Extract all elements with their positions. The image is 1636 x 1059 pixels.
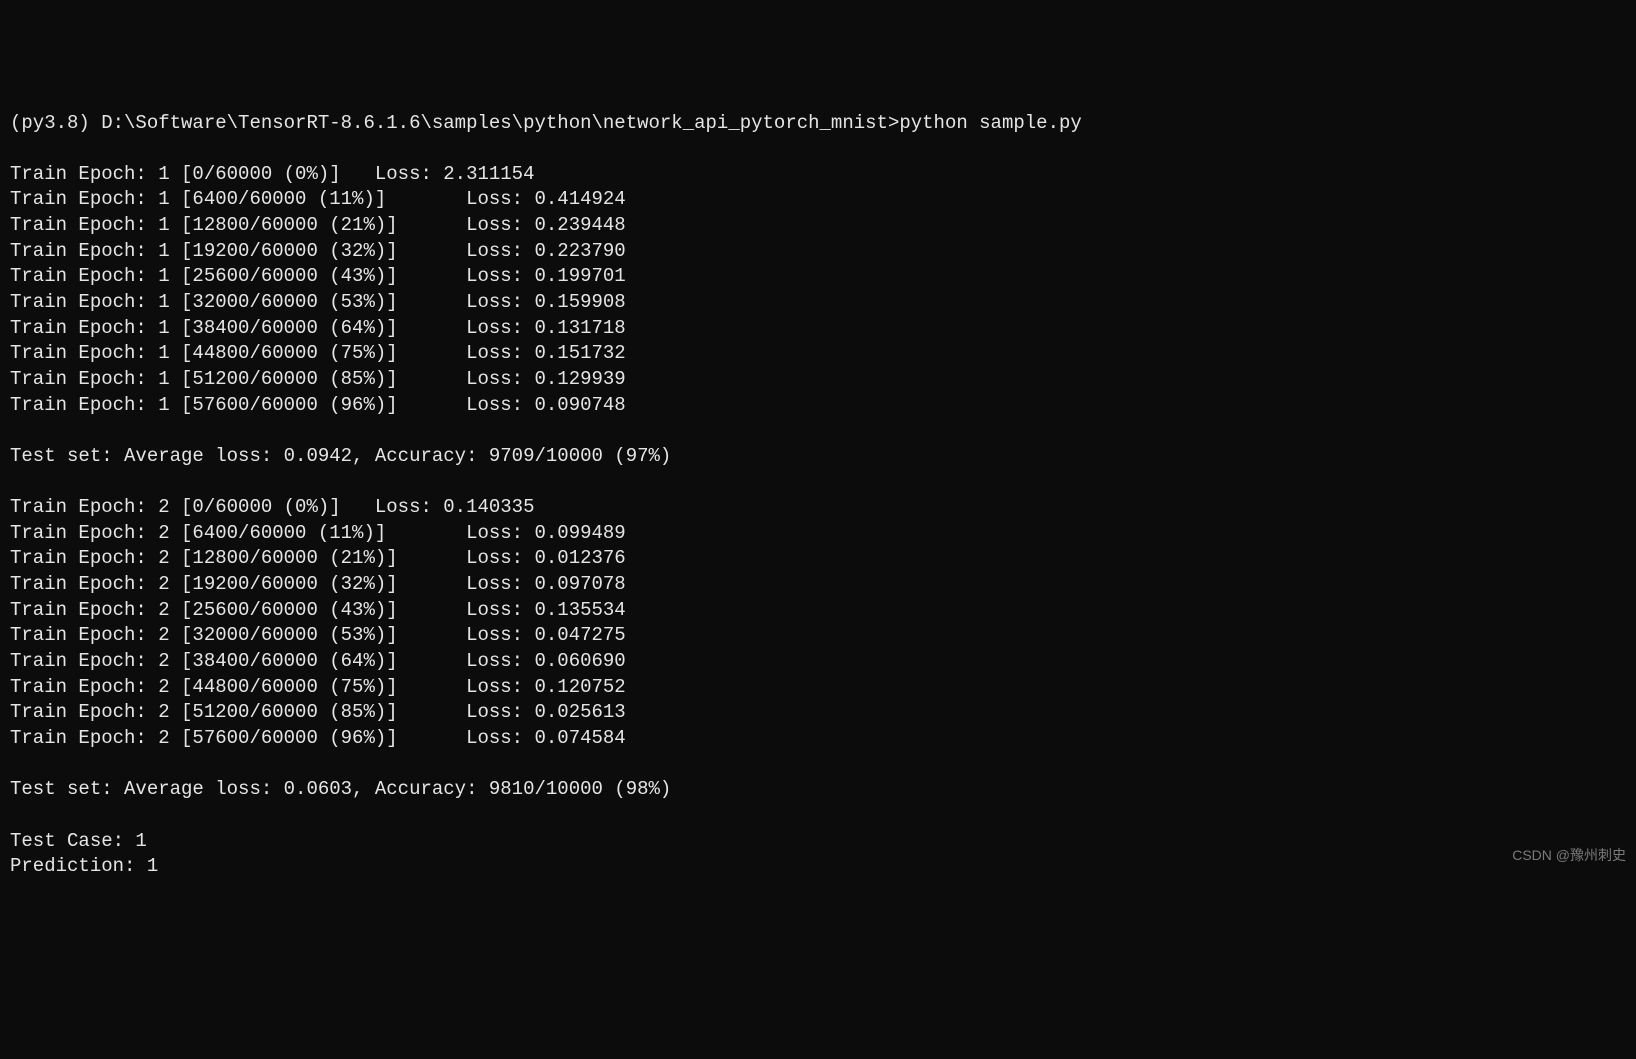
output-line: Train Epoch: 2 [6400/60000 (11%)] Loss: …: [10, 521, 1626, 547]
output-line: Test Case: 1: [10, 829, 1626, 855]
output-line: Train Epoch: 1 [12800/60000 (21%)] Loss:…: [10, 213, 1626, 239]
output-line: Train Epoch: 2 [57600/60000 (96%)] Loss:…: [10, 726, 1626, 752]
output-line: Train Epoch: 2 [44800/60000 (75%)] Loss:…: [10, 675, 1626, 701]
output-line: Train Epoch: 2 [0/60000 (0%)] Loss: 0.14…: [10, 495, 1626, 521]
blank-line: [10, 803, 1626, 829]
output-line: Train Epoch: 2 [19200/60000 (32%)] Loss:…: [10, 572, 1626, 598]
output-line: Train Epoch: 1 [19200/60000 (32%)] Loss:…: [10, 239, 1626, 265]
blank-line: [10, 418, 1626, 444]
output-line: Train Epoch: 2 [51200/60000 (85%)] Loss:…: [10, 700, 1626, 726]
output-line: Train Epoch: 1 [25600/60000 (43%)] Loss:…: [10, 264, 1626, 290]
output-line: Train Epoch: 2 [38400/60000 (64%)] Loss:…: [10, 649, 1626, 675]
output-line: Train Epoch: 1 [44800/60000 (75%)] Loss:…: [10, 341, 1626, 367]
blank-line: [10, 470, 1626, 496]
output-line: Train Epoch: 1 [57600/60000 (96%)] Loss:…: [10, 393, 1626, 419]
output-line: Train Epoch: 1 [38400/60000 (64%)] Loss:…: [10, 316, 1626, 342]
output-line: Train Epoch: 1 [6400/60000 (11%)] Loss: …: [10, 187, 1626, 213]
output-line: Prediction: 1: [10, 854, 1626, 880]
output-line: Train Epoch: 1 [0/60000 (0%)] Loss: 2.31…: [10, 162, 1626, 188]
output-line: Train Epoch: 2 [32000/60000 (53%)] Loss:…: [10, 623, 1626, 649]
output-line: Train Epoch: 1 [32000/60000 (53%)] Loss:…: [10, 290, 1626, 316]
output-line: Test set: Average loss: 0.0603, Accuracy…: [10, 777, 1626, 803]
command-prompt[interactable]: (py3.8) D:\Software\TensorRT-8.6.1.6\sam…: [10, 111, 1626, 137]
watermark: CSDN @豫州刺史: [1512, 846, 1626, 865]
blank-line: [10, 752, 1626, 778]
output-line: Train Epoch: 2 [12800/60000 (21%)] Loss:…: [10, 546, 1626, 572]
output-line: Train Epoch: 2 [25600/60000 (43%)] Loss:…: [10, 598, 1626, 624]
output-line: Train Epoch: 1 [51200/60000 (85%)] Loss:…: [10, 367, 1626, 393]
terminal-output: Train Epoch: 1 [0/60000 (0%)] Loss: 2.31…: [10, 162, 1626, 880]
output-line: Test set: Average loss: 0.0942, Accuracy…: [10, 444, 1626, 470]
